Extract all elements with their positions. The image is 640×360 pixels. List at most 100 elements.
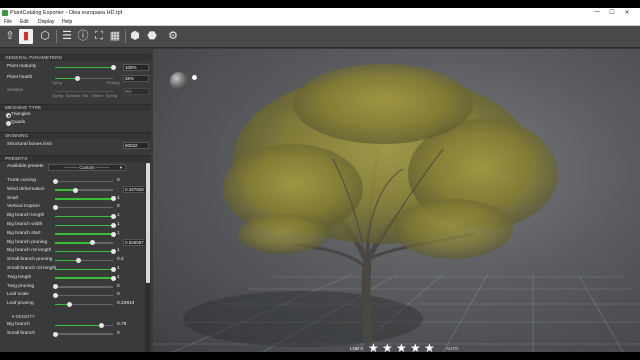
- param-label: Small branch pruning: [7, 257, 53, 263]
- gears-icon[interactable]: ⚙: [166, 29, 180, 44]
- plant-icon[interactable]: ▮: [19, 29, 33, 44]
- skinning-header: SKINNING: [0, 132, 151, 139]
- slider-knob[interactable]: [89, 240, 95, 246]
- toolbar-divider: [56, 30, 57, 43]
- meshing-header: MESHING TYPE: [0, 104, 151, 111]
- plant-health-value[interactable]: 38%: [123, 74, 149, 82]
- scrollbar-thumb[interactable]: [145, 163, 150, 283]
- maximize-button[interactable]: ☐: [607, 9, 617, 16]
- param-slider[interactable]: [55, 266, 116, 272]
- slider-knob[interactable]: [52, 284, 58, 290]
- slider-knob[interactable]: [74, 75, 80, 81]
- slider-knob[interactable]: [110, 213, 116, 219]
- tick-label: Winter: [92, 94, 103, 98]
- frame-icon[interactable]: ⛶: [92, 29, 106, 44]
- chevron-down-icon: ▼: [119, 165, 123, 170]
- param-label: Small branch rot length: [7, 266, 57, 271]
- tick-label: Dying: [52, 81, 62, 85]
- season-value[interactable]: 0%: [123, 87, 149, 95]
- param-slider[interactable]: [52, 293, 113, 299]
- slider-fill: [55, 324, 101, 326]
- param-slider[interactable]: [55, 240, 113, 246]
- lod-star-icon[interactable]: ★: [424, 342, 435, 352]
- param-slider[interactable]: [55, 249, 116, 255]
- bones-limit-input[interactable]: 50032: [123, 141, 149, 149]
- minimize-button[interactable]: —: [592, 9, 602, 15]
- param-value: 0.79: [117, 322, 127, 327]
- param-row: Small branch pruning 0.4: [5, 256, 145, 264]
- param-slider[interactable]: [55, 231, 116, 237]
- slider-knob[interactable]: [110, 64, 116, 70]
- plant-health-slider[interactable]: [55, 75, 113, 81]
- param-value: 0: [117, 330, 120, 336]
- close-button[interactable]: ✕: [622, 9, 632, 16]
- lod-star-icon[interactable]: ★: [410, 342, 421, 352]
- param-slider[interactable]: [55, 301, 113, 307]
- light-sphere-icon[interactable]: [170, 72, 188, 90]
- param-slider[interactable]: [52, 178, 113, 184]
- param-label: Leaf scale: [7, 292, 29, 298]
- slider-knob[interactable]: [110, 249, 116, 255]
- param-slider[interactable]: [52, 205, 113, 211]
- slider-knob[interactable]: [66, 301, 72, 307]
- param-slider[interactable]: [55, 275, 116, 281]
- home-arrow-icon[interactable]: ⇧: [3, 29, 17, 44]
- param-slider[interactable]: [55, 322, 113, 328]
- param-slider[interactable]: [52, 331, 113, 337]
- slider-knob[interactable]: [72, 187, 78, 193]
- plant-maturity-value[interactable]: 100%: [123, 63, 149, 71]
- lod-star-icon[interactable]: ★: [368, 342, 379, 352]
- slider-knob[interactable]: [75, 257, 81, 263]
- cube-settings-icon[interactable]: ⬣: [145, 29, 159, 44]
- plant-maturity-slider[interactable]: [55, 64, 116, 70]
- cubes-icon[interactable]: ⬢: [128, 29, 142, 44]
- slider-knob[interactable]: [52, 205, 58, 211]
- lod-star-icon[interactable]: ★: [396, 342, 407, 352]
- auto-label[interactable]: AUTO: [446, 346, 458, 351]
- slider-fill: [55, 215, 113, 218]
- info-icon[interactable]: ⓘ: [76, 29, 90, 44]
- grid-icon[interactable]: ▦: [108, 29, 122, 44]
- triangles-label: Triangles: [11, 112, 31, 117]
- toolbar-divider: [125, 30, 126, 43]
- param-label: Trunk curving: [7, 178, 36, 183]
- menu-file[interactable]: File: [4, 19, 12, 25]
- param-slider[interactable]: [55, 257, 113, 263]
- slider-knob[interactable]: [52, 293, 58, 299]
- slider-knob[interactable]: [110, 266, 116, 272]
- presets-selected: --------- Custom ---------: [64, 165, 110, 170]
- list-icon[interactable]: ☰: [60, 29, 74, 44]
- menu-help[interactable]: Help: [62, 19, 72, 25]
- panel-scrollbar[interactable]: [145, 163, 150, 352]
- slider-knob[interactable]: [110, 222, 116, 228]
- slider-knob[interactable]: [110, 196, 116, 202]
- presets-dropdown[interactable]: --------- Custom --------- ▼: [48, 164, 126, 171]
- lod-star-icon[interactable]: ★: [382, 342, 393, 352]
- plant-health-label: Plant health: [7, 75, 33, 80]
- menu-edit[interactable]: Edit: [20, 19, 29, 25]
- menu-display[interactable]: Display: [38, 19, 54, 25]
- param-value: 1: [117, 230, 120, 236]
- season-slider[interactable]: [55, 90, 113, 92]
- general-header: GENERAL PARAMETERS: [0, 54, 151, 61]
- param-slider[interactable]: [55, 213, 116, 219]
- param-slider[interactable]: [55, 196, 116, 202]
- slider-knob[interactable]: [110, 231, 116, 237]
- param-row: Snarl 1: [5, 195, 145, 203]
- slider-knob[interactable]: [98, 322, 104, 328]
- param-label: Big branch width: [7, 222, 43, 227]
- param-value: 0.23913: [117, 301, 135, 307]
- param-slider[interactable]: [55, 222, 116, 228]
- 3d-viewport[interactable]: [153, 49, 640, 352]
- app-window: PlantCatalog Exporter - Olea europaea HD…: [0, 8, 640, 352]
- slider-knob[interactable]: [52, 178, 58, 184]
- param-slider[interactable]: [55, 187, 113, 193]
- bones-limit-row: Structural bones limit 50032: [5, 141, 149, 149]
- cube-icon[interactable]: ⬡: [38, 29, 52, 44]
- slider-knob[interactable]: [52, 331, 58, 337]
- slider-knob[interactable]: [110, 275, 116, 281]
- sun-icon[interactable]: [192, 75, 197, 80]
- parameters-panel: GENERAL PARAMETERS Plant maturity 100% P…: [0, 49, 151, 352]
- param-slider[interactable]: [52, 284, 113, 290]
- param-label: Big branch rot length: [7, 248, 52, 254]
